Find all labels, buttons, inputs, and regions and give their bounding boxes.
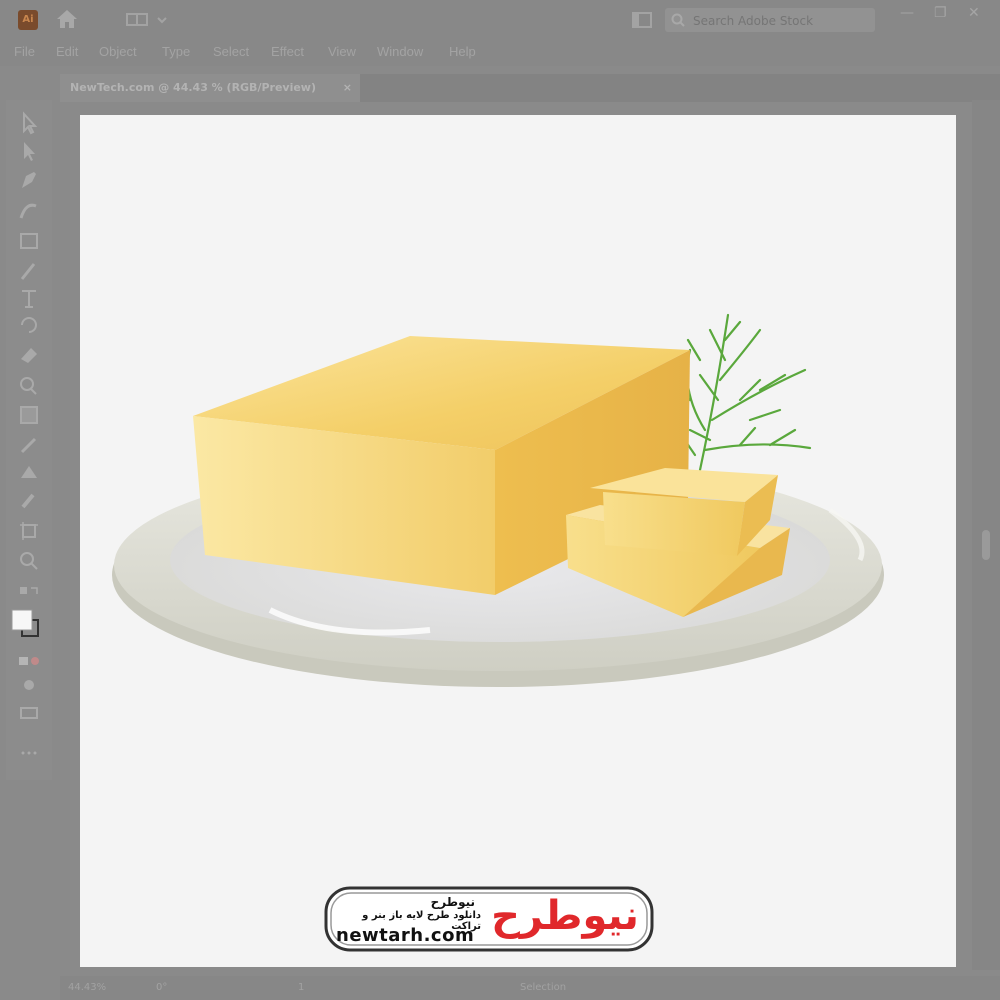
artboard-number[interactable]: 1 <box>298 982 304 993</box>
watermark-brand-text: نیوطرح <box>430 895 475 909</box>
rotation-value[interactable]: 0° <box>156 982 167 993</box>
watermark-url: newtarh.com <box>336 925 475 946</box>
zoom-level[interactable]: 44.43% <box>68 982 106 993</box>
status-bar: 44.43% 0° 1 Selection <box>60 976 1000 1000</box>
current-tool-label: Selection <box>520 982 567 993</box>
butter-slice-top-front <box>603 492 745 556</box>
watermark-logo: نیوطرح <box>491 893 639 939</box>
butter-plate-artwork[interactable] <box>0 0 1000 1000</box>
